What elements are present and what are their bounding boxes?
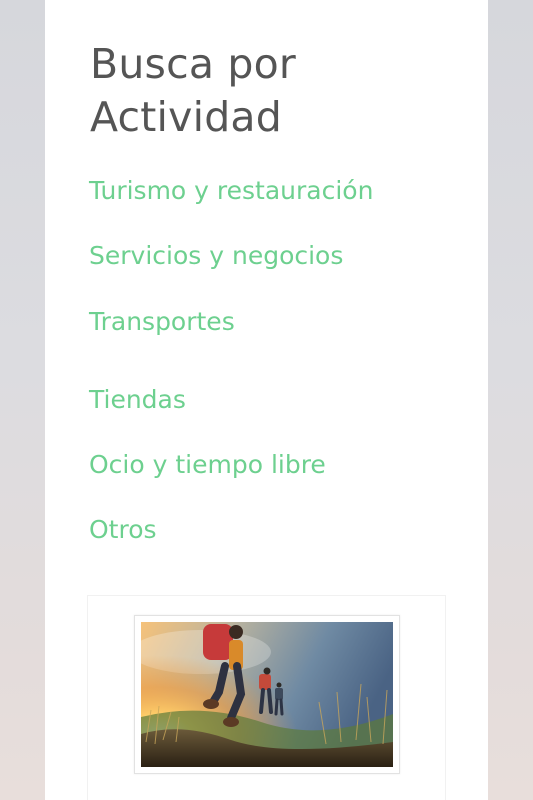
- image-card: [88, 596, 445, 800]
- activity-panel: Busca por Actividad Turismo y restauraci…: [45, 0, 488, 800]
- category-link-ocio[interactable]: Ocio y tiempo libre: [89, 449, 326, 481]
- category-link-turismo[interactable]: Turismo y restauración: [89, 175, 373, 207]
- category-link-tiendas[interactable]: Tiendas: [89, 384, 186, 416]
- photo-frame[interactable]: [134, 615, 400, 774]
- hikers-photo: [141, 622, 393, 767]
- category-link-transportes[interactable]: Transportes: [89, 306, 235, 338]
- category-link-otros[interactable]: Otros: [89, 514, 157, 546]
- category-link-servicios[interactable]: Servicios y negocios: [89, 240, 343, 272]
- section-heading: Busca por Actividad: [90, 40, 296, 141]
